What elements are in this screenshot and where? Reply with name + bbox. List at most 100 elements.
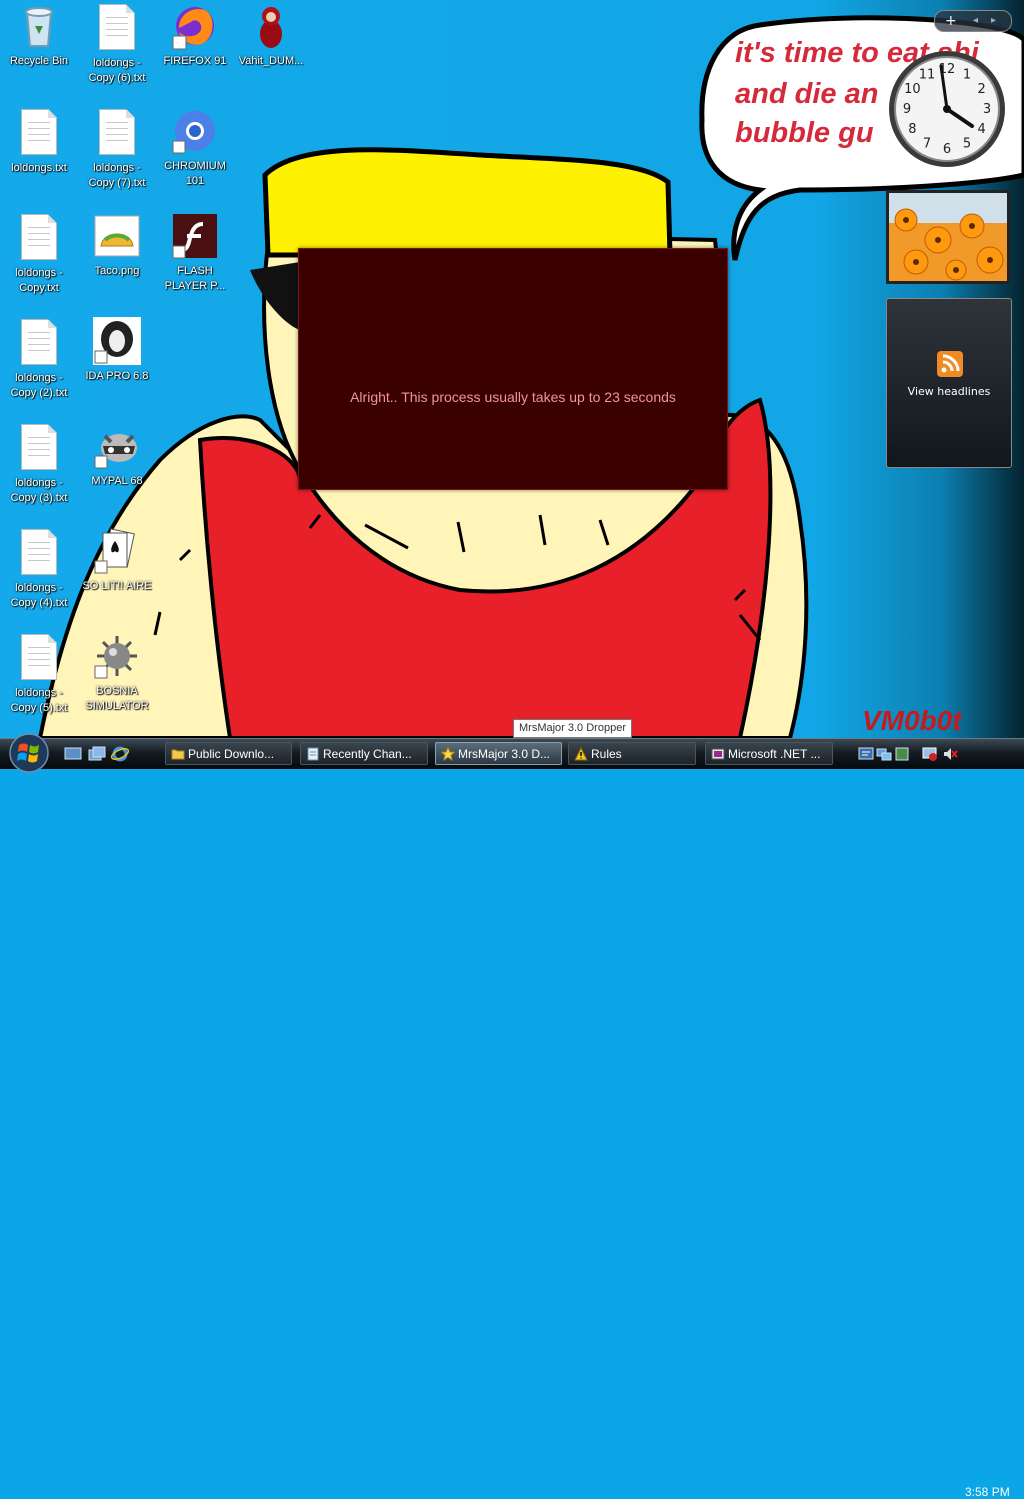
network-icon[interactable]: [876, 746, 892, 762]
gadget-toolbar: + ◂ ▸: [934, 10, 1012, 32]
desktop-icon-label: loldongs - Copy (5).txt: [10, 687, 68, 714]
desktop-icon-label: MYPAL 68: [91, 475, 143, 487]
dotnet-icon: [711, 748, 725, 760]
taskbar-button-microsoft-dotnet[interactable]: Microsoft .NET ...: [705, 742, 833, 765]
text-file-icon: [21, 214, 57, 260]
desktop-icon-loldongs-copy-7[interactable]: loldongs - Copy (7).txt: [80, 107, 154, 191]
desktop-icon-chromium[interactable]: CHROMIUM 101: [158, 107, 232, 189]
text-file-icon: [99, 109, 135, 155]
text-file-icon: [99, 4, 135, 50]
taskbar-tooltip: MrsMajor 3.0 Dropper: [513, 719, 632, 738]
taskbar-button-label: Public Downlo...: [188, 747, 275, 761]
taskbar-button-recently-changed[interactable]: Recently Chan...: [300, 742, 428, 765]
taskbar-button-label: MrsMajor 3.0 D...: [458, 747, 551, 761]
desktop-icon-taco[interactable]: Taco.png: [80, 212, 154, 279]
clock-numeral: 8: [908, 122, 916, 137]
dialog-message: Alright.. This process usually takes up …: [350, 389, 676, 405]
desktop-icon-label: Taco.png: [94, 265, 140, 277]
desktop-icon-ida-pro[interactable]: IDA PRO 6.8: [80, 317, 154, 384]
text-file-icon: [21, 634, 57, 680]
desktop-icon-loldongs[interactable]: loldongs.txt: [2, 107, 76, 176]
desktop-icon-flash-player[interactable]: FLASH PLAYER P...: [158, 212, 232, 294]
desktop-icon-vahit-dum[interactable]: Vahit_DUM...: [234, 2, 308, 69]
rss-icon: [937, 351, 963, 377]
clock-numeral: 1: [963, 67, 971, 82]
solitaire-icon: [94, 528, 135, 574]
desktop-icon-label: FLASH PLAYER P...: [164, 265, 226, 292]
text-file-icon: [21, 319, 57, 365]
desktop-icon-mypal[interactable]: MYPAL 68: [80, 422, 154, 489]
desktop-icon-label: loldongs - Copy (2).txt: [10, 372, 68, 399]
desktop-icon-label: loldongs - Copy (7).txt: [88, 162, 146, 189]
speech-line-3: bubble gu: [735, 117, 874, 149]
desktop-icon-label: loldongs - Copy (6).txt: [88, 57, 146, 84]
clock-numeral: 2: [977, 82, 985, 97]
chromium-icon: [172, 111, 215, 154]
desktop-icon-loldongs-copy[interactable]: loldongs - Copy.txt: [2, 212, 76, 296]
taskbar: Public Downlo... Recently Chan... MrsMaj…: [0, 733, 1024, 1499]
minesweeper-icon: [94, 636, 137, 679]
desktop-icon-label: BOSNIA SIMULATOR: [85, 685, 149, 712]
taskbar-button-label: Rules: [591, 747, 622, 761]
clock-numeral: 4: [977, 122, 985, 137]
ida-pro-icon: [93, 317, 141, 365]
image-file-icon: [94, 215, 140, 257]
desktop-icon-label: loldongs - Copy.txt: [15, 267, 63, 294]
volume-muted-icon[interactable]: [942, 746, 958, 762]
taskbar-button-rules[interactable]: Rules: [568, 742, 696, 765]
clock-numeral: 10: [904, 82, 921, 97]
taskbar-clock[interactable]: 3:58 PM: [965, 1485, 1010, 1499]
desktop-icon-bosnia-simulator[interactable]: BOSNIA SIMULATOR: [80, 632, 154, 714]
flash-player-icon: [172, 214, 217, 259]
taskbar-button-public-downloads[interactable]: Public Downlo...: [165, 742, 292, 765]
add-gadget-icon[interactable]: +: [945, 11, 957, 31]
dropper-dialog[interactable]: Alright.. This process usually takes up …: [298, 248, 728, 490]
previous-gadget-icon[interactable]: ◂: [973, 11, 978, 31]
desktop-icon-firefox[interactable]: FIREFOX 91: [158, 2, 232, 69]
text-file-icon: [21, 109, 57, 155]
desktop-icon-loldongs-copy-4[interactable]: loldongs - Copy (4).txt: [2, 527, 76, 611]
clock-gadget[interactable]: 12 1234567891011: [884, 46, 1010, 172]
next-gadget-icon[interactable]: ▸: [991, 11, 996, 31]
clock-numeral: 7: [923, 137, 931, 152]
star-icon: [441, 747, 455, 761]
language-bar-icon[interactable]: [858, 746, 874, 762]
system-tray: [850, 739, 1024, 769]
security-alert-icon[interactable]: [922, 746, 938, 762]
desktop-icon-label: Vahit_DUM...: [238, 55, 304, 67]
taskbar-button-label: Microsoft .NET ...: [728, 747, 821, 761]
clock-numeral: 11: [919, 67, 936, 82]
switch-windows-icon[interactable]: [88, 746, 106, 762]
text-file-icon: [21, 529, 57, 575]
taskbar-button-mrsmajor-dropper[interactable]: MrsMajor 3.0 D...: [435, 742, 562, 765]
desktop-icon-solitaire[interactable]: SO LIT!! AIRE: [80, 527, 154, 594]
desktop-icon-label: FIREFOX 91: [163, 55, 227, 67]
wallpaper-signature: VM0b0t: [862, 705, 963, 736]
desktop-icon-loldongs-copy-3[interactable]: loldongs - Copy (3).txt: [2, 422, 76, 506]
view-headlines-label[interactable]: View headlines: [887, 385, 1011, 398]
desktop-icon-label: loldongs - Copy (4).txt: [10, 582, 68, 609]
start-button[interactable]: [7, 733, 51, 773]
show-desktop-icon[interactable]: [64, 747, 82, 761]
desktop-icon-loldongs-copy-2[interactable]: loldongs - Copy (2).txt: [2, 317, 76, 401]
speech-line-2: and die an: [735, 78, 878, 110]
slideshow-gadget[interactable]: [886, 190, 1010, 284]
feed-headlines-gadget[interactable]: View headlines: [886, 298, 1012, 468]
raccoon-icon: [94, 434, 137, 469]
text-file-icon: [21, 424, 57, 470]
warning-icon: [574, 747, 588, 761]
taskbar-button-label: Recently Chan...: [323, 747, 412, 761]
desktop-icon-loldongs-copy-6[interactable]: loldongs - Copy (6).txt: [80, 2, 154, 86]
doll-icon: [260, 7, 282, 48]
firefox-icon: [172, 7, 214, 50]
internet-explorer-icon[interactable]: [111, 745, 129, 763]
folder-icon: [171, 749, 185, 760]
desktop-icon-label: SO LIT!! AIRE: [82, 580, 152, 592]
desktop[interactable]: it's time to eat shi and die an bubble g…: [0, 0, 1024, 738]
desktop-icon-loldongs-copy-5[interactable]: loldongs - Copy (5).txt: [2, 632, 76, 716]
clock-numeral: 9: [903, 102, 911, 117]
clock-numeral: 6: [943, 142, 951, 157]
desktop-icon-recycle-bin[interactable]: Recycle Bin: [2, 2, 76, 69]
notepad-icon: [307, 747, 319, 761]
gadget-tray-icon[interactable]: [894, 746, 910, 762]
